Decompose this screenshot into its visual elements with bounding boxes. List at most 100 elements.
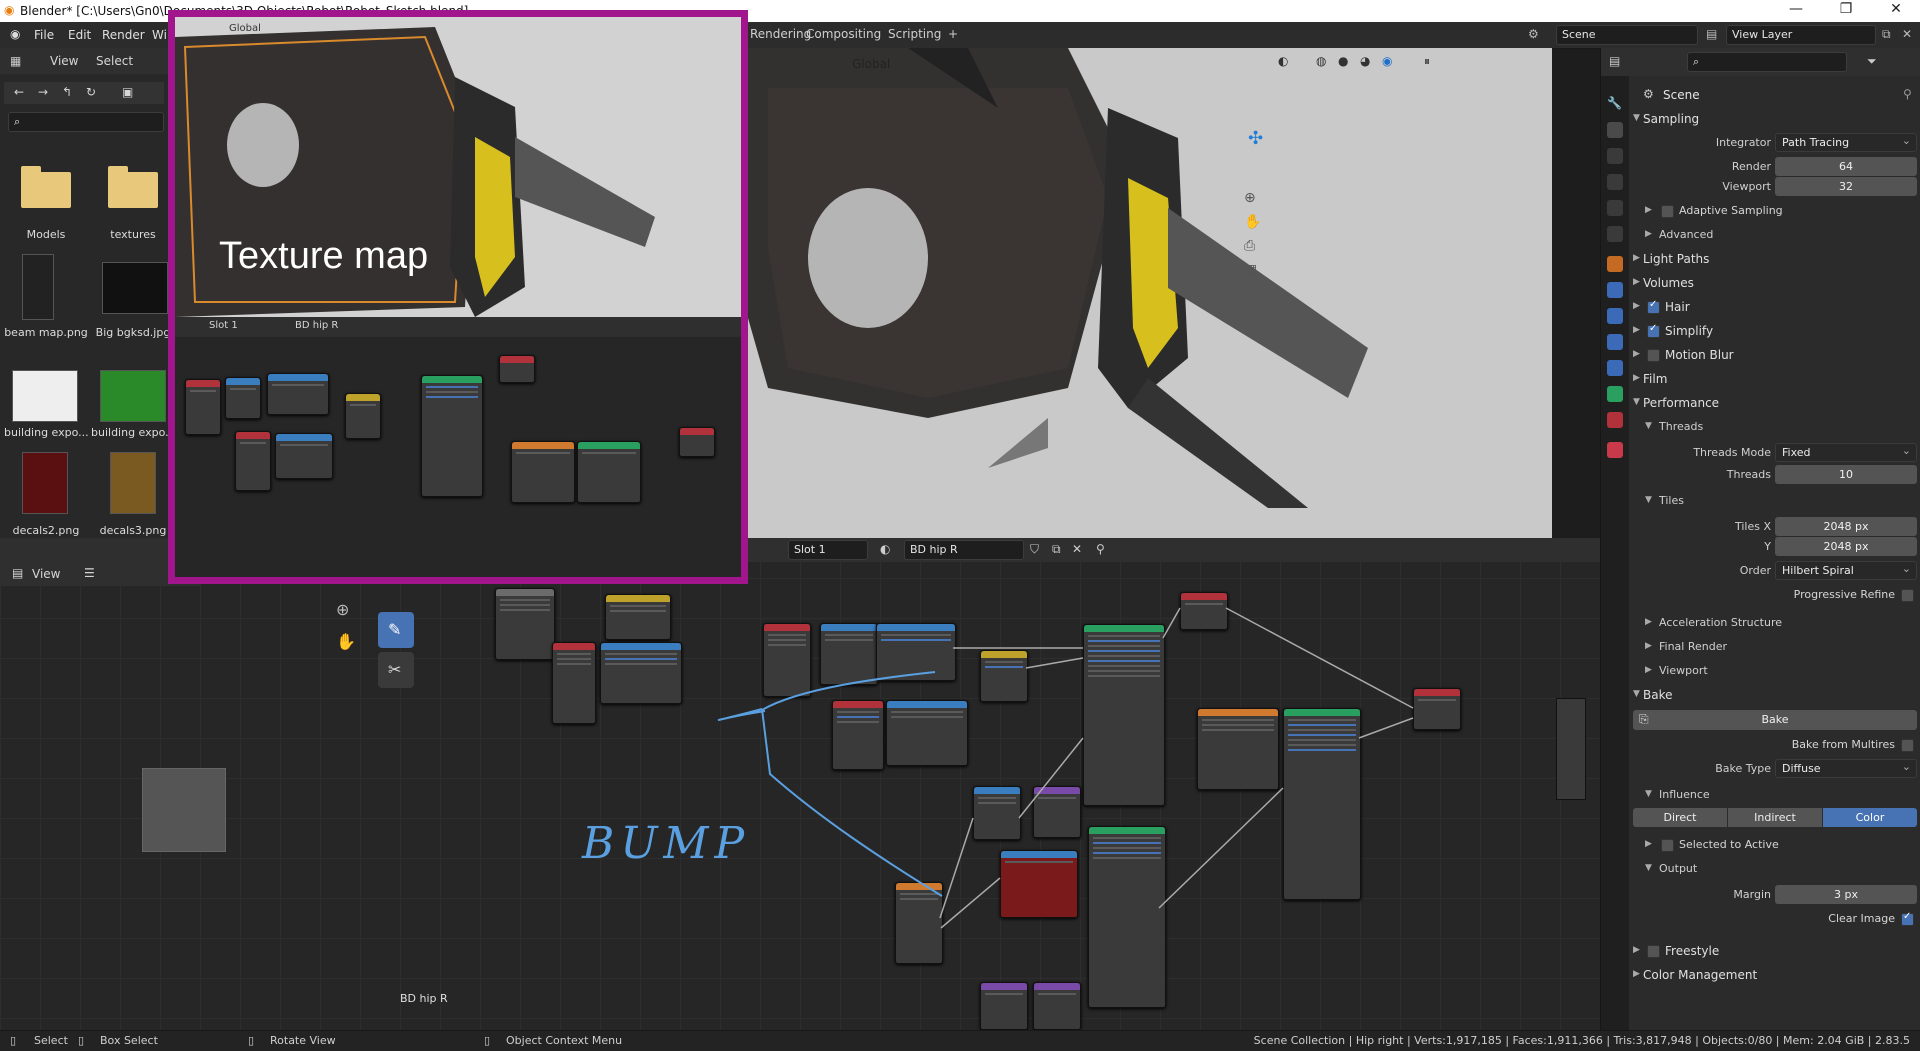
clear-image-checkbox[interactable] xyxy=(1901,911,1914,926)
rendered-shading-icon[interactable]: ◉ xyxy=(1382,54,1392,68)
editor-type-icon[interactable]: ▤ xyxy=(1609,54,1620,68)
folder-models-icon[interactable] xyxy=(21,166,71,208)
maximize-button[interactable]: ❐ xyxy=(1826,1,1866,17)
camera-view-icon[interactable]: ⎙ xyxy=(1244,238,1255,254)
material-output-node[interactable] xyxy=(1180,592,1228,630)
fb-search-input[interactable]: ⌕ xyxy=(8,112,164,132)
wireframe-shading-icon[interactable]: ◍ xyxy=(1316,54,1326,68)
influence-subpanel[interactable]: ▼ Influence xyxy=(1629,784,1920,806)
thumb-beam-map[interactable] xyxy=(22,254,54,320)
fb-menu-select[interactable]: Select xyxy=(96,54,133,68)
adaptive-sampling-checkbox[interactable] xyxy=(1661,205,1674,218)
tiles-subpanel[interactable]: ▼ Tiles xyxy=(1629,490,1920,512)
bake-panel-header[interactable]: ▼ Bake xyxy=(1629,684,1920,706)
render-samples-field[interactable]: 64 xyxy=(1775,157,1917,176)
forward-arrow-icon[interactable]: → xyxy=(38,85,48,99)
selected-to-active-row[interactable]: ▶ Selected to Active xyxy=(1629,834,1920,856)
tiles-x-field[interactable]: 2048 px xyxy=(1775,517,1917,536)
bake-type-dropdown[interactable]: Diffuse xyxy=(1775,758,1917,778)
properties-search-input[interactable]: ⌕ xyxy=(1687,52,1847,72)
output-tab-icon[interactable] xyxy=(1607,148,1623,164)
light-paths-panel-header[interactable]: ▶ Light Paths xyxy=(1629,248,1920,270)
performance-viewport-subpanel[interactable]: ▶ Viewport xyxy=(1629,660,1920,682)
volumes-panel-header[interactable]: ▶ Volumes xyxy=(1629,272,1920,294)
modifier-tab-icon[interactable] xyxy=(1607,282,1623,298)
parent-dir-icon[interactable]: ↰ xyxy=(62,85,72,99)
tab-scripting[interactable]: Scripting xyxy=(880,26,949,46)
thumb-building-export-1[interactable] xyxy=(12,370,78,422)
pause-render-icon[interactable]: ⏸ xyxy=(1424,54,1430,69)
menu-render[interactable]: Render xyxy=(102,28,145,42)
file-label-models[interactable]: Models xyxy=(4,228,88,241)
orientation-dropdown[interactable]: ⤡ Global xyxy=(834,54,914,74)
color-toggle[interactable]: Color xyxy=(1823,808,1917,827)
data-tab-icon[interactable] xyxy=(1607,386,1623,402)
solid-shading-icon[interactable]: ● xyxy=(1338,54,1348,68)
simplify-checkbox[interactable] xyxy=(1647,323,1660,338)
shader-node[interactable] xyxy=(820,623,878,685)
file-label-beam-map[interactable]: beam map.png xyxy=(4,326,88,339)
thumb-decals2[interactable] xyxy=(22,452,68,514)
shader-node[interactable] xyxy=(886,700,968,766)
adaptive-sampling-row[interactable]: ▶ Adaptive Sampling xyxy=(1629,200,1920,222)
menu-window[interactable]: Wi xyxy=(152,28,167,42)
menu-file[interactable]: File xyxy=(34,28,54,42)
tile-order-dropdown[interactable]: Hilbert Spiral xyxy=(1775,560,1917,580)
shader-node[interactable] xyxy=(832,700,884,770)
thumb-decals3[interactable] xyxy=(110,452,156,514)
menu-edit[interactable]: Edit xyxy=(68,28,91,42)
shader-node[interactable] xyxy=(876,623,956,681)
material-shading-icon[interactable]: ◕ xyxy=(1360,54,1370,68)
view-menu[interactable]: View xyxy=(32,567,60,581)
material-tab-icon[interactable] xyxy=(1607,412,1623,428)
new-folder-icon[interactable]: ▣ xyxy=(122,85,133,99)
copy-layer-icon[interactable]: ⧉ xyxy=(1882,27,1891,42)
filter-icon[interactable]: ⏷ xyxy=(1867,54,1877,69)
shader-node-editor[interactable]: Slot 1 ◐ BD hip R ⛉ ⧉ ✕ ⚲ ▤ View ☰ ⊕ ✋ ✎… xyxy=(0,538,1600,1030)
shader-node[interactable] xyxy=(980,650,1028,702)
file-label-building-export-1[interactable]: building expo... xyxy=(4,426,88,439)
file-label-textures[interactable]: textures xyxy=(91,228,175,241)
file-label-decals2[interactable]: decals2.png xyxy=(4,524,88,537)
shader-node[interactable] xyxy=(973,786,1021,840)
annotate-tool-button[interactable]: ✎ xyxy=(378,612,414,648)
integrator-dropdown[interactable]: Path Tracing xyxy=(1775,132,1917,152)
shader-node[interactable] xyxy=(1197,708,1279,790)
zoom-tool-icon[interactable]: ⊕ xyxy=(336,600,349,619)
tiles-y-field[interactable]: 2048 px xyxy=(1775,537,1917,556)
particles-tab-icon[interactable] xyxy=(1607,308,1623,324)
zoom-icon[interactable]: ⊕ xyxy=(1244,190,1256,206)
view-layer-tab-icon[interactable] xyxy=(1607,174,1623,190)
sampling-panel-header[interactable]: ▼ Sampling xyxy=(1629,108,1920,130)
threads-count-field[interactable]: 10 xyxy=(1775,465,1917,484)
fake-user-shield-icon[interactable]: ⛉ xyxy=(1030,542,1039,557)
tool-tab-icon[interactable]: 🔧 xyxy=(1607,96,1623,112)
film-panel-header[interactable]: ▶ Film xyxy=(1629,368,1920,390)
threads-mode-dropdown[interactable]: Fixed xyxy=(1775,442,1917,462)
scene-tab-icon[interactable] xyxy=(1607,200,1623,216)
bake-from-multires-checkbox[interactable] xyxy=(1901,739,1914,752)
motion-blur-checkbox[interactable] xyxy=(1647,349,1660,362)
material-name-field[interactable]: BD hip R xyxy=(904,540,1024,560)
cut-links-tool-button[interactable]: ✂ xyxy=(378,652,414,688)
blender-menu-icon[interactable]: ◉ xyxy=(10,27,20,41)
shader-node[interactable] xyxy=(600,642,682,704)
close-window-button[interactable]: ✕ xyxy=(1876,1,1916,17)
shader-node[interactable] xyxy=(605,594,671,640)
threads-subpanel[interactable]: ▼ Threads xyxy=(1629,416,1920,438)
final-render-subpanel[interactable]: ▶ Final Render xyxy=(1629,636,1920,658)
physics-tab-icon[interactable] xyxy=(1607,334,1623,350)
output-subpanel[interactable]: ▼ Output xyxy=(1629,858,1920,880)
principled-bsdf-node[interactable] xyxy=(1283,708,1361,900)
hamburger-menu-icon[interactable]: ☰ xyxy=(84,566,95,580)
principled-bsdf-node[interactable] xyxy=(1083,624,1165,806)
shader-node[interactable] xyxy=(895,882,943,964)
bake-button[interactable]: ⎘ Bake xyxy=(1633,710,1917,730)
freestyle-checkbox[interactable] xyxy=(1647,945,1660,958)
remove-layer-icon[interactable]: ✕ xyxy=(1902,27,1912,41)
navigation-gizmo-icon[interactable]: ✣ xyxy=(1248,128,1263,149)
file-label-decals3[interactable]: decals3.png xyxy=(91,524,175,537)
pan-tool-icon[interactable]: ✋ xyxy=(336,632,356,651)
color-management-panel-header[interactable]: ▶ Color Management xyxy=(1629,964,1920,986)
unlink-material-icon[interactable]: ✕ xyxy=(1072,542,1082,556)
